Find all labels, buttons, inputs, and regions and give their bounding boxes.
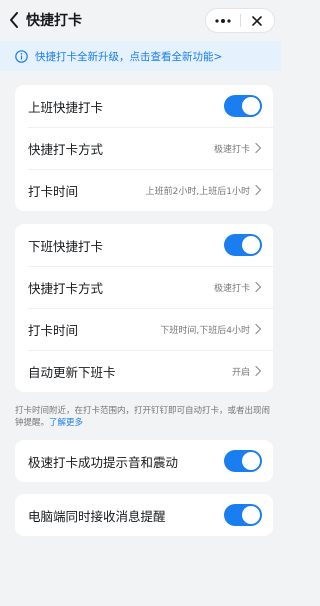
clock-in-quick-toggle[interactable] <box>224 95 262 117</box>
clock-out-card: 下班快捷打卡 快捷打卡方式 极速打卡 打卡时间 下班时间,下班后4小时 自动更新… <box>15 224 273 392</box>
row-label: 上班快捷打卡 <box>28 99 104 115</box>
chevron-right-icon <box>254 184 262 196</box>
sound-vibration-row: 极速打卡成功提示音和震动 <box>15 440 273 482</box>
row-label: 极速打卡成功提示音和震动 <box>28 454 179 470</box>
clock-out-quick-toggle-row: 下班快捷打卡 <box>15 224 273 266</box>
row-label: 下班快捷打卡 <box>28 238 104 254</box>
more-options-icon[interactable] <box>206 9 240 32</box>
learn-more-link[interactable]: 了解更多 <box>49 418 83 428</box>
clock-in-time-row[interactable]: 打卡时间 上班前2小时,上班后1小时 <box>15 169 273 211</box>
row-label: 快捷打卡方式 <box>28 280 104 296</box>
info-icon <box>15 49 28 63</box>
chevron-right-icon <box>254 281 262 293</box>
page-title: 快捷打卡 <box>26 13 82 29</box>
chevron-right-icon <box>254 323 262 335</box>
clock-out-time-row[interactable]: 打卡时间 下班时间,下班后4小时 <box>15 308 273 350</box>
sound-vibration-card: 极速打卡成功提示音和震动 <box>15 440 273 482</box>
row-value: 上班前2小时,上班后1小时 <box>145 186 250 197</box>
clock-out-quick-toggle[interactable] <box>224 234 262 256</box>
close-icon[interactable] <box>241 9 275 32</box>
toggle-knob <box>242 452 260 470</box>
banner-text: 快捷打卡全新升级，点击查看全新功能> <box>35 50 223 63</box>
row-value: 极速打卡 <box>213 144 250 155</box>
row-value: 下班时间,下班后4小时 <box>160 325 250 336</box>
clock-in-method-row[interactable]: 快捷打卡方式 极速打卡 <box>15 127 273 169</box>
row-label: 打卡时间 <box>28 183 79 199</box>
chevron-right-icon <box>254 142 262 154</box>
auto-update-clock-out-row[interactable]: 自动更新下班卡 开启 <box>15 350 273 392</box>
row-label: 自动更新下班卡 <box>28 364 116 380</box>
toggle-knob <box>242 236 260 254</box>
mini-program-capsule <box>205 8 275 33</box>
row-label: 电脑端同时接收消息提醒 <box>28 508 166 524</box>
toggle-knob <box>242 506 260 524</box>
sound-vibration-toggle[interactable] <box>224 450 262 472</box>
back-arrow-icon[interactable] <box>6 10 22 30</box>
toggle-knob <box>242 97 260 115</box>
clock-in-quick-toggle-row: 上班快捷打卡 <box>15 85 273 127</box>
desktop-notify-toggle[interactable] <box>224 504 262 526</box>
row-value: 极速打卡 <box>213 283 250 294</box>
row-label: 打卡时间 <box>28 322 79 338</box>
desktop-notify-row: 电脑端同时接收消息提醒 <box>15 494 273 536</box>
desktop-notify-card: 电脑端同时接收消息提醒 <box>15 494 273 536</box>
clock-out-method-row[interactable]: 快捷打卡方式 极速打卡 <box>15 266 273 308</box>
title-bar: 快捷打卡 <box>0 0 281 40</box>
row-label: 快捷打卡方式 <box>28 141 104 157</box>
clock-in-card: 上班快捷打卡 快捷打卡方式 极速打卡 打卡时间 上班前2小时,上班后1小时 <box>15 85 273 211</box>
row-value: 开启 <box>231 367 250 378</box>
upgrade-banner[interactable]: 快捷打卡全新升级，点击查看全新功能> <box>0 41 281 71</box>
help-note: 打卡时间附近，在打卡范围内，打开钉钉即可自动打卡，或者出现闹钟提醒。了解更多 <box>15 405 271 429</box>
chevron-right-icon <box>254 365 262 377</box>
